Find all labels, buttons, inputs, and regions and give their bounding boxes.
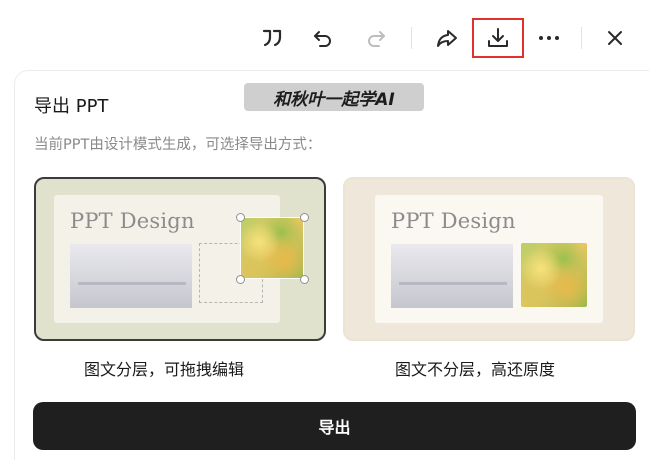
more-button[interactable] xyxy=(533,21,565,55)
close-button[interactable] xyxy=(599,21,631,55)
resize-handle xyxy=(300,213,309,222)
top-toolbar xyxy=(0,0,649,72)
export-button[interactable]: 导出 xyxy=(33,402,636,450)
toolbar-divider xyxy=(581,27,582,49)
selection-frame xyxy=(240,217,304,279)
more-icon xyxy=(539,36,559,40)
resize-handle xyxy=(236,213,245,222)
share-icon xyxy=(437,30,457,47)
flower-image xyxy=(521,243,587,307)
redo-icon xyxy=(368,31,385,47)
preview-title: PPT Design xyxy=(391,209,516,233)
undo-icon xyxy=(314,31,331,47)
preview-gradient-image xyxy=(70,244,192,308)
share-button[interactable] xyxy=(431,21,463,55)
redo-button[interactable] xyxy=(360,21,392,55)
undo-button[interactable] xyxy=(307,21,339,55)
watermark-badge: 和秋叶一起学AI xyxy=(244,83,424,111)
preview-title: PPT Design xyxy=(70,209,195,233)
download-button[interactable] xyxy=(472,18,524,58)
export-option-flattened[interactable]: PPT Design xyxy=(343,177,635,341)
panel-subtitle: 当前PPT由设计模式生成，可选择导出方式： xyxy=(34,137,322,153)
panel-title: 导出 PPT xyxy=(34,96,109,117)
option-label-flattened[interactable]: 图文不分层，高还原度 xyxy=(395,356,555,380)
toolbar-divider xyxy=(411,27,412,49)
export-option-layered[interactable]: PPT Design xyxy=(34,177,326,341)
quote-button[interactable] xyxy=(256,21,288,55)
download-icon xyxy=(488,28,508,47)
resize-handle xyxy=(236,275,245,284)
close-icon xyxy=(608,31,622,45)
preview-gradient-image xyxy=(391,244,513,308)
option-label-layered[interactable]: 图文分层，可拖拽编辑 xyxy=(84,356,244,380)
slide-preview: PPT Design xyxy=(375,195,603,323)
quote-icon xyxy=(262,29,282,47)
resize-handle xyxy=(300,275,309,284)
